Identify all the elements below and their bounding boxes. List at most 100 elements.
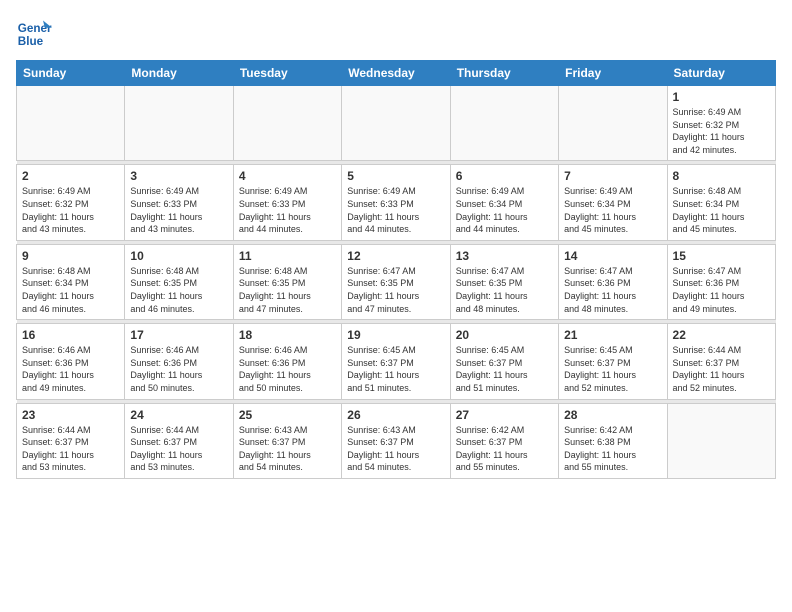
calendar-week-5: 23 Sunrise: 6:44 AM Sunset: 6:37 PM Dayli…: [17, 403, 776, 478]
day-number: 23: [22, 408, 119, 422]
day-number: 25: [239, 408, 336, 422]
day-info: Sunrise: 6:45 AM Sunset: 6:37 PM Dayligh…: [564, 344, 661, 394]
day-number: 11: [239, 249, 336, 263]
calendar-cell: [125, 86, 233, 161]
calendar-cell: 26 Sunrise: 6:43 AM Sunset: 6:37 PM Dayli…: [342, 403, 450, 478]
calendar-cell: 25 Sunrise: 6:43 AM Sunset: 6:37 PM Dayli…: [233, 403, 341, 478]
day-number: 14: [564, 249, 661, 263]
day-number: 22: [673, 328, 770, 342]
day-number: 20: [456, 328, 553, 342]
day-info: Sunrise: 6:49 AM Sunset: 6:33 PM Dayligh…: [130, 185, 227, 235]
day-number: 7: [564, 169, 661, 183]
day-info: Sunrise: 6:47 AM Sunset: 6:35 PM Dayligh…: [347, 265, 444, 315]
header-monday: Monday: [125, 61, 233, 86]
day-number: 3: [130, 169, 227, 183]
calendar-week-3: 9 Sunrise: 6:48 AM Sunset: 6:34 PM Daylig…: [17, 244, 776, 319]
calendar-cell: 9 Sunrise: 6:48 AM Sunset: 6:34 PM Daylig…: [17, 244, 125, 319]
calendar-cell: 3 Sunrise: 6:49 AM Sunset: 6:33 PM Daylig…: [125, 165, 233, 240]
day-info: Sunrise: 6:43 AM Sunset: 6:37 PM Dayligh…: [347, 424, 444, 474]
day-number: 6: [456, 169, 553, 183]
calendar-cell: 22 Sunrise: 6:44 AM Sunset: 6:37 PM Dayli…: [667, 324, 775, 399]
day-info: Sunrise: 6:48 AM Sunset: 6:34 PM Dayligh…: [22, 265, 119, 315]
header-wednesday: Wednesday: [342, 61, 450, 86]
day-number: 26: [347, 408, 444, 422]
day-info: Sunrise: 6:49 AM Sunset: 6:34 PM Dayligh…: [564, 185, 661, 235]
day-number: 2: [22, 169, 119, 183]
day-info: Sunrise: 6:47 AM Sunset: 6:36 PM Dayligh…: [673, 265, 770, 315]
calendar-week-1: 1 Sunrise: 6:49 AM Sunset: 6:32 PM Daylig…: [17, 86, 776, 161]
calendar-cell: 27 Sunrise: 6:42 AM Sunset: 6:37 PM Dayli…: [450, 403, 558, 478]
calendar-cell: [233, 86, 341, 161]
calendar-cell: 20 Sunrise: 6:45 AM Sunset: 6:37 PM Dayli…: [450, 324, 558, 399]
calendar-cell: 4 Sunrise: 6:49 AM Sunset: 6:33 PM Daylig…: [233, 165, 341, 240]
header-tuesday: Tuesday: [233, 61, 341, 86]
calendar-week-2: 2Sunrise: 6:49 AM Sunset: 6:32 PM Daylig…: [17, 165, 776, 240]
day-info: Sunrise: 6:42 AM Sunset: 6:37 PM Dayligh…: [456, 424, 553, 474]
calendar-cell: 6 Sunrise: 6:49 AM Sunset: 6:34 PM Daylig…: [450, 165, 558, 240]
calendar-cell: [559, 86, 667, 161]
calendar-cell: 12 Sunrise: 6:47 AM Sunset: 6:35 PM Dayli…: [342, 244, 450, 319]
day-info: Sunrise: 6:46 AM Sunset: 6:36 PM Dayligh…: [22, 344, 119, 394]
day-info: Sunrise: 6:43 AM Sunset: 6:37 PM Dayligh…: [239, 424, 336, 474]
calendar-cell: [450, 86, 558, 161]
day-number: 16: [22, 328, 119, 342]
day-info: Sunrise: 6:45 AM Sunset: 6:37 PM Dayligh…: [456, 344, 553, 394]
calendar-cell: 18 Sunrise: 6:46 AM Sunset: 6:36 PM Dayli…: [233, 324, 341, 399]
calendar-cell: [342, 86, 450, 161]
calendar-cell: 2Sunrise: 6:49 AM Sunset: 6:32 PM Daylig…: [17, 165, 125, 240]
day-number: 13: [456, 249, 553, 263]
calendar-cell: 14 Sunrise: 6:47 AM Sunset: 6:36 PM Dayli…: [559, 244, 667, 319]
day-number: 15: [673, 249, 770, 263]
calendar-cell: [667, 403, 775, 478]
header-thursday: Thursday: [450, 61, 558, 86]
day-info: Sunrise: 6:47 AM Sunset: 6:36 PM Dayligh…: [564, 265, 661, 315]
day-number: 1: [673, 90, 770, 104]
page-header: General Blue: [16, 16, 776, 52]
logo-icon: General Blue: [16, 16, 52, 52]
day-number: 24: [130, 408, 227, 422]
calendar-header-row: SundayMondayTuesdayWednesdayThursdayFrid…: [17, 61, 776, 86]
day-info: Sunrise: 6:49 AM Sunset: 6:33 PM Dayligh…: [347, 185, 444, 235]
day-info: Sunrise: 6:49 AM Sunset: 6:33 PM Dayligh…: [239, 185, 336, 235]
day-number: 9: [22, 249, 119, 263]
calendar-cell: 13Sunrise: 6:47 AM Sunset: 6:35 PM Dayli…: [450, 244, 558, 319]
day-info: Sunrise: 6:48 AM Sunset: 6:35 PM Dayligh…: [130, 265, 227, 315]
day-info: Sunrise: 6:42 AM Sunset: 6:38 PM Dayligh…: [564, 424, 661, 474]
day-number: 10: [130, 249, 227, 263]
day-info: Sunrise: 6:44 AM Sunset: 6:37 PM Dayligh…: [22, 424, 119, 474]
day-info: Sunrise: 6:46 AM Sunset: 6:36 PM Dayligh…: [130, 344, 227, 394]
calendar-cell: 5Sunrise: 6:49 AM Sunset: 6:33 PM Daylig…: [342, 165, 450, 240]
day-info: Sunrise: 6:46 AM Sunset: 6:36 PM Dayligh…: [239, 344, 336, 394]
day-number: 27: [456, 408, 553, 422]
calendar-cell: 10 Sunrise: 6:48 AM Sunset: 6:35 PM Dayli…: [125, 244, 233, 319]
svg-text:Blue: Blue: [18, 35, 44, 48]
calendar-table: SundayMondayTuesdayWednesdayThursdayFrid…: [16, 60, 776, 479]
header-sunday: Sunday: [17, 61, 125, 86]
day-number: 4: [239, 169, 336, 183]
day-info: Sunrise: 6:44 AM Sunset: 6:37 PM Dayligh…: [673, 344, 770, 394]
calendar-cell: 23 Sunrise: 6:44 AM Sunset: 6:37 PM Dayli…: [17, 403, 125, 478]
day-number: 17: [130, 328, 227, 342]
calendar-cell: 28 Sunrise: 6:42 AM Sunset: 6:38 PM Dayli…: [559, 403, 667, 478]
day-number: 28: [564, 408, 661, 422]
logo: General Blue: [16, 16, 56, 52]
day-info: Sunrise: 6:48 AM Sunset: 6:34 PM Dayligh…: [673, 185, 770, 235]
calendar-cell: 7 Sunrise: 6:49 AM Sunset: 6:34 PM Daylig…: [559, 165, 667, 240]
calendar-cell: 11 Sunrise: 6:48 AM Sunset: 6:35 PM Dayli…: [233, 244, 341, 319]
calendar-cell: 24 Sunrise: 6:44 AM Sunset: 6:37 PM Dayli…: [125, 403, 233, 478]
day-info: Sunrise: 6:49 AM Sunset: 6:32 PM Dayligh…: [673, 106, 770, 156]
day-info: Sunrise: 6:48 AM Sunset: 6:35 PM Dayligh…: [239, 265, 336, 315]
day-info: Sunrise: 6:45 AM Sunset: 6:37 PM Dayligh…: [347, 344, 444, 394]
calendar-cell: 15 Sunrise: 6:47 AM Sunset: 6:36 PM Dayli…: [667, 244, 775, 319]
day-info: Sunrise: 6:44 AM Sunset: 6:37 PM Dayligh…: [130, 424, 227, 474]
header-saturday: Saturday: [667, 61, 775, 86]
calendar-cell: 1 Sunrise: 6:49 AM Sunset: 6:32 PM Daylig…: [667, 86, 775, 161]
calendar-week-4: 16 Sunrise: 6:46 AM Sunset: 6:36 PM Dayli…: [17, 324, 776, 399]
day-info: Sunrise: 6:49 AM Sunset: 6:34 PM Dayligh…: [456, 185, 553, 235]
calendar-cell: 19 Sunrise: 6:45 AM Sunset: 6:37 PM Dayli…: [342, 324, 450, 399]
day-number: 12: [347, 249, 444, 263]
day-number: 18: [239, 328, 336, 342]
calendar-cell: [17, 86, 125, 161]
day-number: 19: [347, 328, 444, 342]
day-number: 8: [673, 169, 770, 183]
